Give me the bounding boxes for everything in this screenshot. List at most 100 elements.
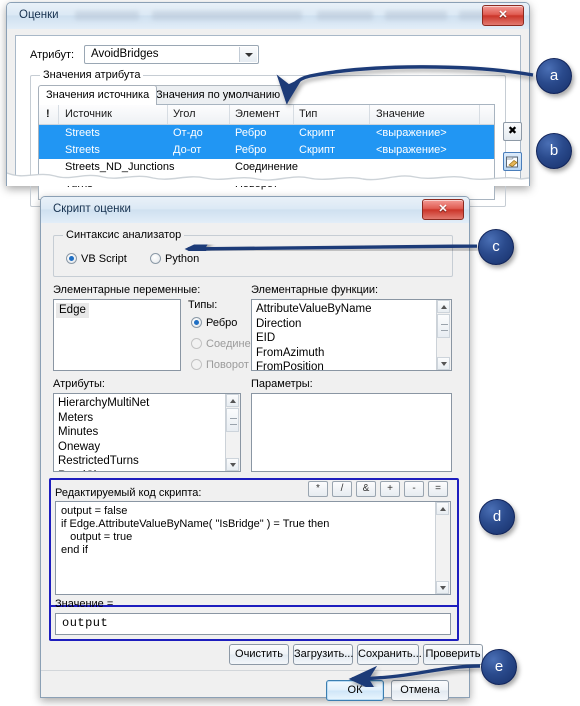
window2-body: Синтаксис анализатор VB Script Python Эл… (41, 223, 483, 701)
evaluators-grid[interactable]: ! Источник Угол Элемент Тип Значение Str… (38, 104, 495, 200)
cell-source: Streets (65, 127, 100, 139)
list-item[interactable]: Meters (54, 411, 225, 426)
titlebar-blur-3 (317, 11, 373, 20)
chevron-down-icon[interactable] (239, 47, 257, 62)
attrs-label: Атрибуты: (53, 378, 105, 390)
attrs-scrollbar[interactable] (225, 394, 240, 471)
list-item[interactable]: HierarchyMultiNet (54, 396, 225, 411)
params-label: Параметры: (251, 378, 313, 390)
cell-element: Ребро (235, 144, 267, 156)
list-item[interactable]: Oneway (54, 440, 225, 455)
grid-col-angle: Угол (173, 108, 196, 120)
clear-button[interactable]: Очистить (229, 644, 289, 665)
list-item[interactable]: EID (252, 331, 436, 346)
attrs-listbox[interactable]: HierarchyMultiNet Meters Minutes Oneway … (53, 393, 241, 472)
cell-source: Streets_ND_Junctions (65, 161, 175, 173)
callout-c: c (478, 229, 514, 265)
titlebar-blur-1 (75, 11, 139, 20)
attribute-label: Атрибут: (30, 49, 75, 61)
value-field[interactable]: output (55, 613, 451, 635)
scroll-up-icon[interactable] (436, 502, 449, 515)
delete-evaluator-button[interactable]: ✖ (503, 122, 522, 141)
table-row[interactable]: Streets От-до Ребро Скрипт <выражение> (39, 125, 494, 142)
types-label: Типы: (188, 299, 218, 311)
window1-content-panel: Атрибут: AvoidBridges Значения атрибута … (15, 35, 522, 207)
vars-listbox[interactable]: Edge (53, 299, 181, 371)
list-item[interactable]: RoadClass (54, 469, 225, 472)
window1-body: Атрибут: AvoidBridges Значения атрибута … (7, 29, 529, 207)
titlebar-blur-4 (385, 11, 447, 20)
load-button[interactable]: Загрузить... (293, 644, 353, 665)
code-label: Редактируемый код скрипта: (55, 487, 202, 499)
callout-e: e (481, 649, 517, 685)
evaluator-properties-button[interactable] (503, 152, 522, 171)
scroll-down-icon[interactable] (436, 581, 449, 594)
operator-equals-button[interactable]: = (428, 481, 448, 497)
ok-button[interactable]: ОК (326, 680, 384, 701)
list-item[interactable]: Minutes (54, 425, 225, 440)
list-item[interactable]: FromPosition (252, 360, 436, 370)
radio-python[interactable]: Python (150, 253, 199, 266)
window2-close-button[interactable]: ✕ (422, 199, 464, 220)
save-button[interactable]: Сохранить... (357, 644, 422, 665)
table-row[interactable]: Streets_ND_Junctions Соединение (39, 159, 494, 176)
code-scrollbar[interactable] (435, 502, 450, 594)
list-item[interactable]: RestrictedTurns (54, 454, 225, 469)
grid-header: ! Источник Угол Элемент Тип Значение (39, 105, 494, 125)
radio-type-edge[interactable]: Ребро (191, 317, 237, 330)
script-code-editor[interactable]: output = false if Edge.AttributeValueByN… (55, 501, 451, 595)
scroll-up-icon[interactable] (437, 300, 450, 313)
operator-plus-button[interactable]: + (380, 481, 400, 497)
value-field-text: output (62, 616, 109, 630)
window1-titlebar[interactable]: Оценки ✕ (7, 3, 529, 30)
radio-vbscript[interactable]: VB Script (66, 253, 127, 266)
params-listbox[interactable] (251, 393, 452, 472)
scroll-down-icon[interactable] (226, 458, 239, 471)
funcs-label: Элементарные функции: (251, 284, 379, 296)
tab-default-values[interactable]: Значения по умолчанию (148, 85, 289, 105)
cell-source: Turns (65, 178, 93, 190)
window1-close-button[interactable]: ✕ (482, 5, 524, 26)
list-item[interactable]: Direction (252, 317, 436, 332)
cell-value: <выражение> (376, 127, 447, 139)
grid-col-type: Тип (299, 108, 318, 120)
callout-b: b (536, 133, 572, 169)
attribute-combobox-value: AvoidBridges (91, 48, 159, 60)
window2-titlebar[interactable]: Скрипт оценки ✕ (41, 197, 469, 224)
radio-type-turn[interactable]: Поворот (191, 359, 249, 372)
tabs-row: Значения источника Значения по умолчанию (38, 85, 298, 105)
cell-element: Поворот (235, 178, 278, 190)
script-code-text[interactable]: output = false if Edge.AttributeValueByN… (56, 502, 450, 560)
verify-button[interactable]: Проверить (423, 644, 483, 665)
list-item[interactable]: FromAzimuth (252, 346, 436, 361)
funcs-scrollbar[interactable] (436, 300, 451, 370)
list-item[interactable]: Edge (56, 303, 89, 318)
list-item[interactable]: AttributeValueByName (252, 302, 436, 317)
tab-source-values[interactable]: Значения источника (38, 85, 158, 105)
funcs-listbox[interactable]: AttributeValueByName Direction EID FromA… (251, 299, 452, 371)
attribute-combobox[interactable]: AvoidBridges (84, 45, 259, 64)
table-row[interactable]: Turns Поворот (39, 176, 494, 193)
window2-title: Скрипт оценки (53, 203, 131, 215)
grid-col-source: Источник (65, 108, 112, 120)
attribute-values-group-title: Значения атрибута (40, 69, 144, 81)
cancel-button[interactable]: Отмена (391, 680, 449, 701)
evaluator-script-window: Скрипт оценки ✕ Синтаксис анализатор VB … (40, 196, 483, 701)
scrollbar-thumb[interactable] (226, 408, 239, 432)
table-row[interactable]: Streets До-от Ребро Скрипт <выражение> (39, 142, 494, 159)
operator-concat-button[interactable]: & (356, 481, 376, 497)
operator-minus-button[interactable]: - (404, 481, 424, 497)
value-label: Значение = (55, 598, 114, 610)
scroll-up-icon[interactable] (226, 394, 239, 407)
cell-element: Соединение (235, 161, 299, 173)
scrollbar-thumb[interactable] (437, 314, 450, 338)
attrs-list: HierarchyMultiNet Meters Minutes Oneway … (54, 396, 225, 472)
grid-col-flag: ! (46, 108, 50, 120)
cell-source: Streets (65, 144, 100, 156)
scroll-down-icon[interactable] (437, 357, 450, 370)
operator-multiply-button[interactable]: * (308, 481, 328, 497)
titlebar-blur-2 (152, 11, 302, 20)
operator-divide-button[interactable]: / (332, 481, 352, 497)
cell-type: Скрипт (299, 144, 336, 156)
grid-col-value: Значение (376, 108, 425, 120)
